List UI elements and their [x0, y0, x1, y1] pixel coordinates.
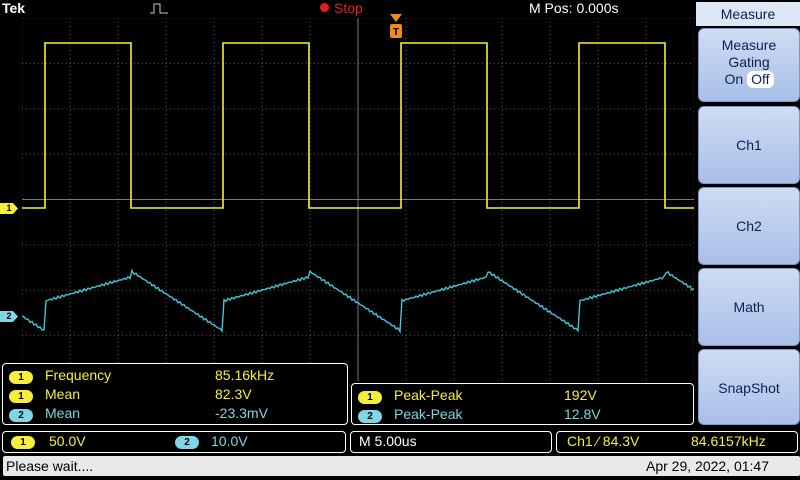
ch2-ground-marker[interactable]: 2: [0, 311, 18, 322]
snapshot-button[interactable]: SnapShot: [698, 349, 800, 425]
measurement-value: 192V: [564, 387, 597, 403]
measurement-value: -23.3mV: [215, 405, 268, 421]
graticule: [22, 18, 694, 381]
measurement-row: 1: [9, 366, 33, 385]
ch1-badge: 1: [9, 371, 33, 384]
ch1-badge: 1: [9, 390, 33, 403]
vertical-scale-panel: 1 50.0V 2 10.0V: [2, 431, 346, 453]
brand-logo: Tek: [2, 0, 26, 16]
gating-on-option[interactable]: On: [725, 71, 744, 88]
measurement-panel-left: 1 Frequency 85.16kHz 1 Mean 82.3V 2 Mean…: [2, 363, 348, 425]
gating-off-option[interactable]: Off: [747, 71, 774, 88]
measurement-value: 82.3V: [215, 386, 252, 402]
run-state-label: Stop: [334, 0, 363, 16]
trigger-level[interactable]: Ch1 ∕ 84.3V: [567, 433, 639, 449]
gating-label-line2: Gating: [728, 54, 770, 70]
ch1-button[interactable]: Ch1: [698, 106, 800, 184]
menu-title: Measure: [696, 2, 800, 26]
measurement-row: 1: [358, 386, 382, 405]
measurement-name: Peak-Peak: [394, 387, 463, 403]
ch2-badge: 2: [9, 409, 33, 422]
measurement-panel-right: 1 Peak-Peak 192V 2 Peak-Peak 12.8V: [351, 383, 694, 425]
run-state-indicator: [320, 3, 329, 12]
ch1-badge: 1: [11, 436, 35, 449]
ch1-ground-marker[interactable]: 1: [0, 203, 18, 214]
trigger-panel: Ch1 ∕ 84.3V 84.6157kHz: [556, 431, 798, 453]
ch2-volts-per-div[interactable]: 10.0V: [211, 433, 248, 449]
trigger-state-icon: [150, 3, 168, 14]
ch1-badge: 1: [358, 391, 382, 404]
measurement-value: 85.16kHz: [215, 367, 275, 383]
gating-label-line1: Measure: [721, 37, 777, 53]
measurement-row: 2: [358, 405, 382, 424]
measurement-name: Peak-Peak: [394, 406, 463, 422]
ch2-badge: 2: [358, 410, 382, 423]
ch2-button[interactable]: Ch2: [698, 187, 800, 265]
measure-gating-button[interactable]: Measure Gating On Off: [698, 28, 800, 102]
trigger-position-marker: T: [390, 14, 402, 38]
time-per-div[interactable]: M 5.00us: [359, 433, 417, 449]
measurement-value: 12.8V: [564, 406, 601, 422]
time-scale-panel: M 5.00us: [350, 431, 552, 453]
measurement-name: Mean: [45, 386, 81, 402]
measurement-name: Frequency: [45, 367, 112, 383]
ch2-badge: 2: [175, 436, 199, 449]
measurement-row: 2: [9, 404, 33, 423]
horizontal-position-readout: M Pos: 0.000s: [529, 0, 619, 16]
math-button[interactable]: Math: [698, 268, 800, 346]
waveform-display: [22, 18, 694, 381]
svg-text:T: T: [393, 27, 399, 38]
measurement-name: Mean: [45, 405, 81, 421]
ch1-volts-per-div[interactable]: 50.0V: [49, 433, 86, 449]
status-message: Please wait....: [6, 458, 94, 474]
date-time: Apr 29, 2022, 01:47: [646, 458, 769, 474]
measurement-row: 1: [9, 385, 33, 404]
trigger-frequency: 84.6157kHz: [691, 433, 766, 449]
